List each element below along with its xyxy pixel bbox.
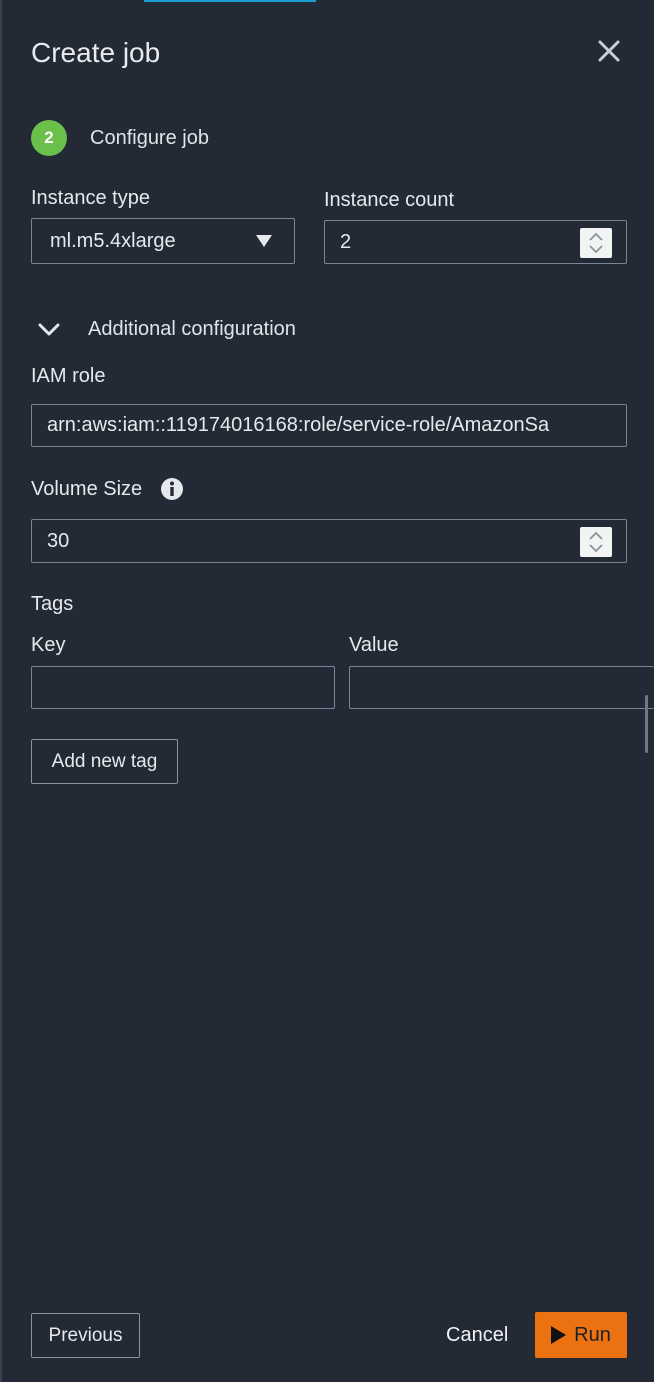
tag-value-label: Value: [349, 634, 399, 656]
tag-key-input[interactable]: [31, 666, 335, 709]
step-indicator: 2 Configure job: [31, 120, 209, 156]
number-stepper-icon[interactable]: [580, 527, 612, 557]
volume-size-input[interactable]: 30: [31, 519, 627, 563]
instance-count-input[interactable]: 2: [324, 220, 627, 264]
volume-size-value: 30: [47, 529, 70, 552]
caret-down-icon: [256, 235, 272, 247]
run-button[interactable]: Run: [535, 1312, 627, 1358]
active-tab-indicator: [144, 0, 316, 2]
panel-border: [0, 0, 2, 1382]
volume-size-label: Volume Size: [31, 478, 143, 500]
info-icon[interactable]: [160, 477, 184, 501]
additional-configuration-toggle[interactable]: Additional configuration: [38, 318, 296, 341]
instance-count-label: Instance count: [324, 189, 455, 211]
iam-role-label: IAM role: [31, 365, 106, 387]
add-new-tag-button[interactable]: Add new tag: [31, 739, 178, 784]
instance-count-value: 2: [340, 230, 352, 253]
instance-type-select[interactable]: ml.m5.4xlarge: [31, 218, 295, 264]
tag-value-input[interactable]: [349, 666, 654, 709]
additional-configuration-label: Additional configuration: [88, 318, 296, 340]
close-icon[interactable]: [594, 36, 624, 66]
iam-role-value: arn:aws:iam::119174016168:role/service-r…: [47, 414, 550, 436]
instance-type-label: Instance type: [31, 187, 150, 209]
play-icon: [551, 1326, 567, 1344]
page-title: Create job: [31, 37, 161, 68]
step-number-badge: 2: [31, 120, 67, 156]
run-button-label: Run: [574, 1323, 611, 1346]
tag-key-label: Key: [31, 634, 66, 656]
iam-role-input[interactable]: arn:aws:iam::119174016168:role/service-r…: [31, 404, 627, 447]
previous-button[interactable]: Previous: [31, 1313, 140, 1358]
chevron-down-icon: [38, 323, 60, 335]
cancel-button[interactable]: Cancel: [446, 1324, 508, 1347]
instance-type-value: ml.m5.4xlarge: [50, 229, 176, 252]
step-label: Configure job: [90, 126, 209, 149]
number-stepper-icon[interactable]: [580, 228, 612, 258]
scrollbar-thumb[interactable]: [645, 695, 648, 753]
tags-label: Tags: [31, 593, 74, 615]
